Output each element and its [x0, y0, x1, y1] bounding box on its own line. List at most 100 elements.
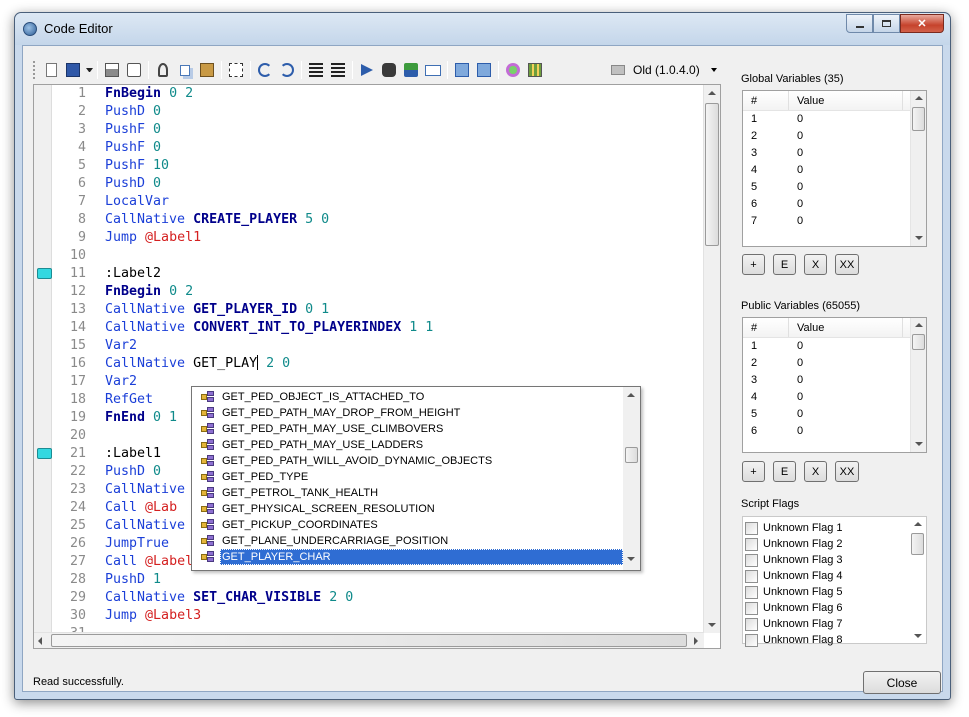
variable-row[interactable]: 30 [743, 145, 926, 162]
script-flag-item[interactable]: Unknown Flag 4 [743, 568, 926, 584]
variable-row[interactable]: 40 [743, 162, 926, 179]
code-text[interactable]: FnBegin 0 2 [86, 283, 193, 301]
vertical-scroll-thumb[interactable] [705, 103, 719, 246]
variable-row[interactable]: 50 [743, 406, 926, 423]
code-text[interactable]: LocalVar [86, 193, 169, 211]
indent-button[interactable] [305, 59, 327, 81]
script-flag-item[interactable]: Unknown Flag 1 [743, 520, 926, 536]
new-file-button[interactable] [40, 59, 62, 81]
autocomplete-item[interactable]: GET_PHYSICAL_SCREEN_RESOLUTION [193, 501, 623, 517]
close-window-button[interactable]: ✕ [900, 14, 944, 33]
code-text[interactable]: FnEnd 0 1 [86, 409, 177, 427]
variable-row[interactable]: 10 [743, 338, 926, 355]
code-line[interactable]: 28 PushD 1 [52, 571, 704, 589]
flags-scroll-thumb[interactable] [911, 533, 924, 555]
code-line[interactable]: 12 FnBegin 0 2 [52, 283, 704, 301]
autocomplete-item[interactable]: GET_PED_OBJECT_IS_ATTACHED_TO [193, 389, 623, 405]
autocomplete-popup[interactable]: GET_PED_OBJECT_IS_ATTACHED_TO GET_PED_PAT… [191, 386, 641, 571]
script-flag-item[interactable]: Unknown Flag 6 [743, 600, 926, 616]
editor-vertical-scrollbar[interactable] [703, 85, 720, 633]
global-variable-edit-button[interactable]: E [773, 254, 796, 275]
variable-row[interactable]: 30 [743, 372, 926, 389]
public-variables-scrollbar[interactable] [910, 318, 926, 452]
public-variable-edit-button[interactable]: E [773, 461, 796, 482]
code-text[interactable]: Jump @Label1 [86, 229, 201, 247]
column-header-value[interactable]: Value [789, 318, 903, 337]
variable-row[interactable]: 10 [743, 111, 926, 128]
script-flag-item[interactable]: Unknown Flag 5 [743, 584, 926, 600]
breakpoint-gutter[interactable] [34, 85, 52, 633]
select-all-button[interactable] [225, 59, 247, 81]
autocomplete-item[interactable]: GET_PICKUP_COORDINATES [193, 517, 623, 533]
code-text[interactable] [86, 427, 105, 445]
code-line[interactable]: 13 CallNative GET_PLAYER_ID 0 1 [52, 301, 704, 319]
code-line[interactable]: 8 CallNative CREATE_PLAYER 5 0 [52, 211, 704, 229]
column-header-number[interactable]: # [743, 91, 789, 110]
code-text[interactable]: CallNative SET_CHAR_VISIBLE 2 0 [86, 589, 353, 607]
code-line[interactable]: 11:Label2 [52, 265, 704, 283]
code-text[interactable]: Jump @Label3 [86, 607, 201, 625]
code-text[interactable]: CallNative CREATE_PLAYER 5 0 [86, 211, 329, 229]
scroll-down-icon[interactable] [915, 236, 923, 240]
horizontal-scroll-thumb[interactable] [51, 634, 687, 647]
autocomplete-item[interactable]: GET_PED_PATH_MAY_USE_CLIMBOVERS [193, 421, 623, 437]
code-text[interactable] [86, 247, 105, 265]
code-text[interactable]: PushF 10 [86, 157, 169, 175]
code-text[interactable]: :Label1 [86, 445, 161, 463]
code-text[interactable]: FnBegin 0 2 [86, 85, 193, 103]
close-button[interactable]: Close [863, 671, 941, 694]
autocomplete-item[interactable]: GET_PETROL_TANK_HEALTH [193, 485, 623, 501]
code-text[interactable]: PushD 0 [86, 103, 161, 121]
script-flag-item[interactable]: Unknown Flag 7 [743, 616, 926, 632]
code-text[interactable]: CallNative CONVERT_INT_TO_PLAYERINDEX 1 … [86, 319, 433, 337]
scroll-up-icon[interactable] [915, 323, 923, 327]
variable-row[interactable]: 60 [743, 423, 926, 440]
variable-row[interactable]: 70 [743, 213, 926, 230]
script-flag-item[interactable]: Unknown Flag 2 [743, 536, 926, 552]
scroll-down-icon[interactable] [915, 442, 923, 446]
breakpoint-marker[interactable] [37, 448, 52, 459]
code-text[interactable]: PushD 1 [86, 571, 161, 589]
autocomplete-item[interactable]: GET_PED_PATH_MAY_USE_LADDERS [193, 437, 623, 453]
paste-button[interactable] [196, 59, 218, 81]
global-variables-grid[interactable]: # Value 10203040506070 [742, 90, 927, 247]
variable-row[interactable]: 60 [743, 196, 926, 213]
code-text[interactable]: Call @Lab [86, 499, 177, 517]
global-variables-scrollbar[interactable] [910, 91, 926, 246]
flag-checkbox[interactable] [745, 569, 758, 583]
scroll-right-icon[interactable] [694, 637, 698, 645]
variable-row[interactable]: 40 [743, 389, 926, 406]
flag-checkbox[interactable] [745, 633, 758, 647]
script-flag-item[interactable]: Unknown Flag 3 [743, 552, 926, 568]
goto-button[interactable] [356, 59, 378, 81]
flag-checkbox[interactable] [745, 601, 758, 615]
editor-horizontal-scrollbar[interactable] [34, 632, 704, 648]
code-line[interactable]: 9 Jump @Label1 [52, 229, 704, 247]
save-button[interactable] [62, 59, 84, 81]
code-text[interactable]: CallNative [86, 517, 185, 535]
autocomplete-item[interactable]: GET_PED_PATH_WILL_AVOID_DYNAMIC_OBJECTS [193, 453, 623, 469]
code-line[interactable]: 7 LocalVar [52, 193, 704, 211]
public-variable-delete-button[interactable]: X [804, 461, 827, 482]
next-bookmark-button[interactable] [473, 59, 495, 81]
code-text[interactable]: PushD 0 [86, 175, 161, 193]
flag-checkbox[interactable] [745, 617, 758, 631]
code-text[interactable]: JumpTrue [86, 535, 169, 553]
autocomplete-scrollbar[interactable] [623, 387, 640, 570]
code-text[interactable]: PushF 0 [86, 121, 161, 139]
public-variable-add-button[interactable]: + [742, 461, 765, 482]
title-bar[interactable]: Code Editor ✕ [15, 13, 950, 45]
scroll-up-icon[interactable] [914, 522, 922, 526]
scroll-up-icon[interactable] [708, 91, 716, 95]
scroll-down-icon[interactable] [627, 557, 635, 561]
add-native-button[interactable] [502, 59, 524, 81]
code-text[interactable]: CallNative GET_PLAYER_ID 0 1 [86, 301, 329, 319]
replace-button[interactable] [400, 59, 422, 81]
code-line[interactable]: 14 CallNative CONVERT_INT_TO_PLAYERINDEX … [52, 319, 704, 337]
script-flags-list[interactable]: Unknown Flag 1 Unknown Flag 2 Unknown Flag… [742, 516, 927, 647]
code-text[interactable]: CallNative [86, 481, 185, 499]
code-text[interactable]: PushF 0 [86, 139, 161, 157]
variable-row[interactable]: 50 [743, 179, 926, 196]
code-text[interactable]: CallNative GET_PLAY 2 0 [86, 355, 290, 373]
flag-checkbox[interactable] [745, 521, 758, 535]
